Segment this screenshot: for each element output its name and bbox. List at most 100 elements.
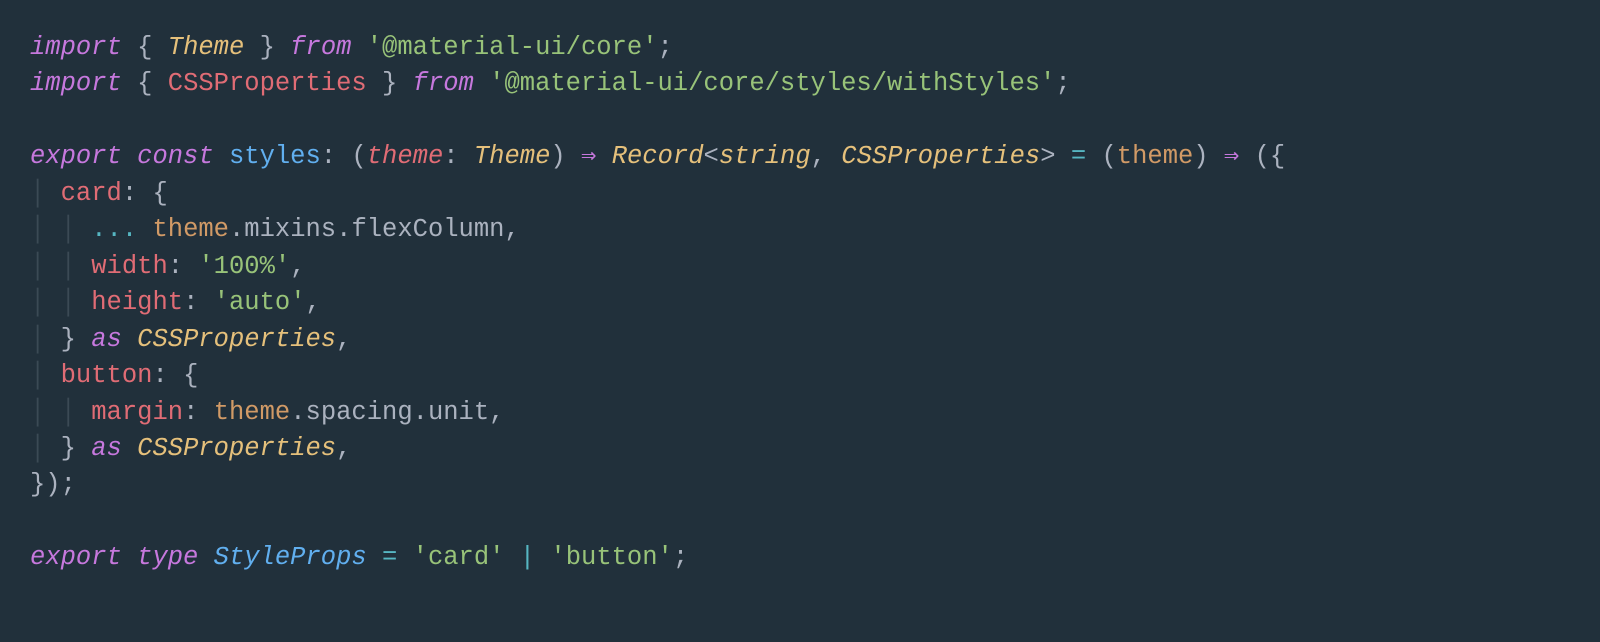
code-line: │ │ margin: theme.spacing.unit, [30,398,504,427]
brace-open: { [1270,142,1285,171]
angle-open: < [704,142,719,171]
colon: : [443,142,458,171]
indent-guide: │ [30,325,45,354]
indent-guide: │ [30,179,45,208]
brace-close: } [260,33,275,62]
code-line: │ │ width: '100%', [30,252,306,281]
indent-guide: │ [30,434,45,463]
keyword-import: import [30,33,122,62]
indent-guide: │ │ [30,252,76,281]
member-spacing: spacing [306,398,413,427]
type-theme: Theme [474,142,551,171]
keyword-from: from [413,69,474,98]
indent-guide: │ [30,361,45,390]
indent-guide: │ │ [30,398,76,427]
keyword-import: import [30,69,122,98]
comma: , [306,288,321,317]
dot: . [229,215,244,244]
string-literal: 'button' [550,543,672,572]
brace-close: } [61,434,76,463]
code-line: import { Theme } from '@material-ui/core… [30,33,673,62]
keyword-const: const [137,142,214,171]
semicolon: ; [658,33,673,62]
dot: . [413,398,428,427]
identifier-styles: styles [229,142,321,171]
dot: . [336,215,351,244]
semicolon: ; [1055,69,1070,98]
angle-close: > [1040,142,1055,171]
property-width: width [91,252,168,281]
identifier-theme: theme [152,215,229,244]
string-literal: 'auto' [214,288,306,317]
brace-open: { [137,69,152,98]
identifier-theme: theme [214,398,291,427]
arrow-icon: ⇒ [581,142,596,171]
type-string: string [719,142,811,171]
colon: : [183,288,198,317]
paren-open: ( [1255,142,1270,171]
indent-guide: │ │ [30,288,76,317]
colon: : [183,398,198,427]
paren-close: ) [1193,142,1208,171]
colon: : [168,252,183,281]
keyword-type: type [137,543,198,572]
string-literal: '@material-ui/core/styles/withStyles' [489,69,1055,98]
code-line: export const styles: (theme: Theme) ⇒ Re… [30,142,1285,171]
comma: , [811,142,826,171]
type-cssproperties: CSSProperties [841,142,1040,171]
code-line: }); [30,470,76,499]
string-literal: '@material-ui/core' [367,33,658,62]
comma: , [489,398,504,427]
type-styleprops: StyleProps [214,543,367,572]
param-theme: theme [367,142,444,171]
type-record: Record [612,142,704,171]
string-literal: 'card' [413,543,505,572]
brace-open: { [183,361,198,390]
colon: : [321,142,336,171]
code-line: │ } as CSSProperties, [30,434,351,463]
brace-open: { [137,33,152,62]
member-unit: unit [428,398,489,427]
code-line: │ │ ... theme.mixins.flexColumn, [30,215,520,244]
dot: . [290,398,305,427]
arrow-icon: ⇒ [1224,142,1239,171]
type-cssproperties: CSSProperties [137,325,336,354]
property-height: height [91,288,183,317]
code-block: import { Theme } from '@material-ui/core… [0,0,1600,607]
type-cssproperties: CSSProperties [168,69,367,98]
paren-open: ( [1101,142,1116,171]
brace-open: { [152,179,167,208]
colon: : [152,361,167,390]
equals-operator: = [1071,142,1086,171]
property-margin: margin [91,398,183,427]
colon: : [122,179,137,208]
indent-guide: │ │ [30,215,76,244]
code-line: import { CSSProperties } from '@material… [30,69,1071,98]
brace-close: } [61,325,76,354]
code-line: export type StyleProps = 'card' | 'butto… [30,543,688,572]
property-button: button [61,361,153,390]
brace-paren-semicolon: }); [30,470,76,499]
keyword-as: as [91,325,122,354]
keyword-export: export [30,543,122,572]
paren-open: ( [351,142,366,171]
comma: , [290,252,305,281]
code-line: │ │ height: 'auto', [30,288,321,317]
param-theme: theme [1117,142,1194,171]
comma: , [504,215,519,244]
property-card: card [61,179,122,208]
keyword-export: export [30,142,122,171]
type-cssproperties: CSSProperties [137,434,336,463]
spread-operator: ... [91,215,137,244]
union-operator: | [520,543,535,572]
keyword-as: as [91,434,122,463]
equals-operator: = [382,543,397,572]
keyword-from: from [290,33,351,62]
comma: , [336,325,351,354]
member-flexcolumn: flexColumn [351,215,504,244]
code-line: │ } as CSSProperties, [30,325,351,354]
comma: , [336,434,351,463]
member-mixins: mixins [244,215,336,244]
code-line: │ button: { [30,361,198,390]
paren-close: ) [550,142,565,171]
